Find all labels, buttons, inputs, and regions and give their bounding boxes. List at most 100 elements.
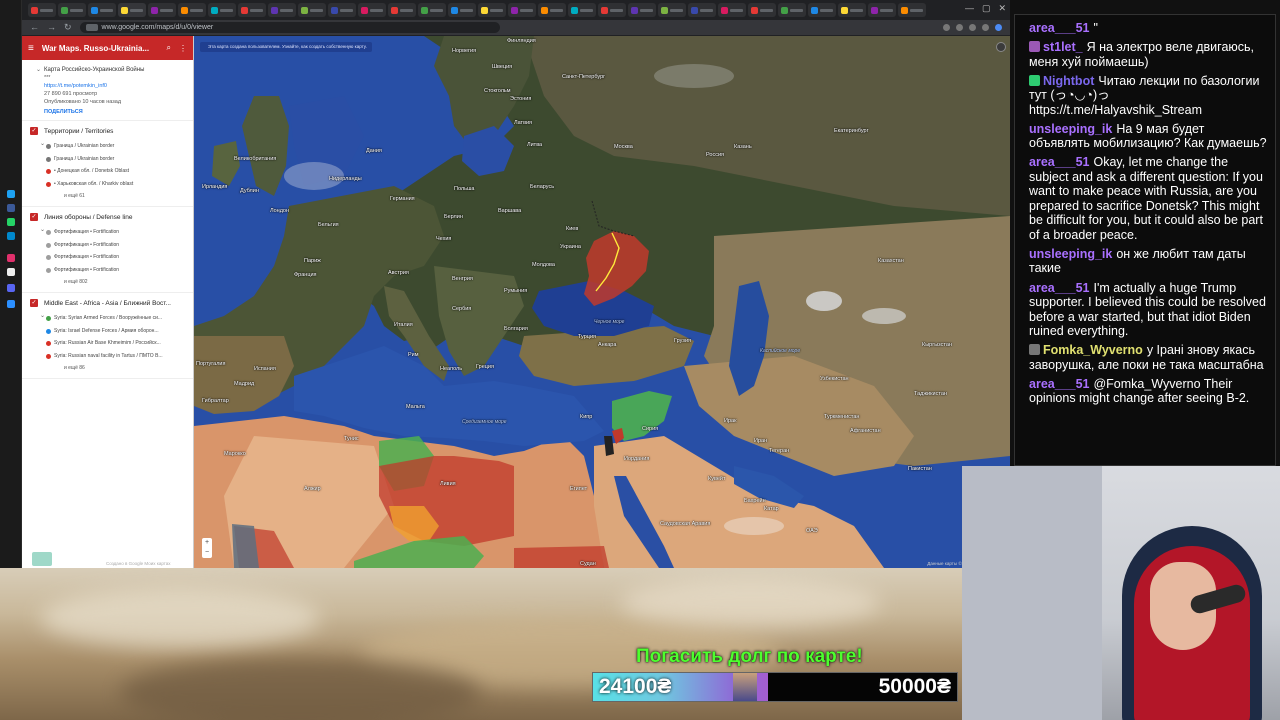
chat-username[interactable]: area___51 [1029, 155, 1089, 169]
browser-tab[interactable] [598, 3, 626, 17]
close-icon[interactable]: ✕ [998, 3, 1006, 14]
browser-tab[interactable] [358, 3, 386, 17]
layer-item[interactable]: Граница / Ukrainian border [30, 153, 187, 166]
url-input[interactable]: www.google.com/maps/d/u/0/viewer [79, 22, 500, 33]
layer-header[interactable]: ✓ Территории / Territories [30, 127, 187, 135]
layer-header[interactable]: ✓ Middle East - Africa - Asia / Ближний В… [30, 299, 187, 307]
chat-username[interactable]: area___51 [1029, 21, 1089, 35]
app-icon[interactable] [7, 300, 15, 308]
browser-tab[interactable] [58, 3, 86, 17]
browser-tab[interactable] [898, 3, 926, 17]
app-icon[interactable] [7, 190, 15, 198]
layer-item[interactable]: Syria: Russian naval facility in Tartus … [30, 350, 187, 363]
layer-header[interactable]: ✓ Линия обороны / Defense line [30, 213, 187, 221]
browser-tab[interactable] [868, 3, 896, 17]
more-vert-icon[interactable]: ⋮ [179, 44, 187, 53]
map-link[interactable]: https://t.me/potemkin_inf0 [44, 82, 185, 90]
layer-more-link[interactable]: и ещё 86 [30, 362, 187, 374]
forward-icon[interactable]: → [47, 23, 56, 32]
chat-username[interactable]: area___51 [1029, 281, 1089, 295]
app-icon[interactable] [7, 204, 15, 212]
place-label: Санкт-Петербург [562, 74, 606, 80]
app-icon[interactable] [7, 232, 15, 240]
layer-item[interactable]: • Донецкая обл. / Donetsk Oblast [30, 165, 187, 178]
browser-tab[interactable] [478, 3, 506, 17]
share-link[interactable]: ПОДЕЛИТЬСЯ [44, 108, 185, 116]
browser-tab[interactable] [778, 3, 806, 17]
layer-item[interactable]: Syria: Syrian Armed Forces / Вооружённые… [30, 312, 187, 325]
browser-tab[interactable] [148, 3, 176, 17]
compass-icon[interactable] [996, 42, 1006, 52]
map-notice[interactable]: Эта карта создана пользователем. Узнайте… [200, 42, 372, 52]
chat-username[interactable]: st1let_ [1043, 40, 1083, 54]
browser-tab[interactable] [718, 3, 746, 17]
reload-icon[interactable]: ↻ [64, 23, 72, 32]
back-icon[interactable]: ← [30, 23, 39, 32]
zoom-control[interactable]: + − [202, 538, 212, 558]
browser-tab[interactable] [388, 3, 416, 17]
chat-message: area___51 I'm actually a huge Trump suppo… [1029, 281, 1267, 339]
maximize-icon[interactable]: ▢ [982, 3, 991, 14]
chat-username[interactable]: Nightbot [1043, 74, 1094, 88]
menu-icon[interactable]: ≡ [28, 43, 34, 54]
profile-icon[interactable] [995, 24, 1002, 31]
extension-icon[interactable] [969, 24, 976, 31]
browser-tab[interactable] [448, 3, 476, 17]
browser-tab[interactable] [88, 3, 116, 17]
browser-tab[interactable] [688, 3, 716, 17]
layer-item[interactable]: Фортификация • Fortification [30, 239, 187, 252]
extension-icon[interactable] [956, 24, 963, 31]
browser-tab[interactable] [568, 3, 596, 17]
browser-tab[interactable] [238, 3, 266, 17]
layer-checkbox[interactable]: ✓ [30, 127, 38, 135]
browser-tab[interactable] [808, 3, 836, 17]
browser-tab[interactable] [418, 3, 446, 17]
browser-tab[interactable] [838, 3, 866, 17]
tab-favicon-icon [481, 6, 488, 14]
search-icon[interactable]: ⌕ [167, 43, 171, 53]
zoom-in-icon[interactable]: + [202, 538, 212, 548]
browser-tab[interactable] [628, 3, 656, 17]
browser-tab[interactable] [538, 3, 566, 17]
layer-checkbox[interactable]: ✓ [30, 299, 38, 307]
browser-tab[interactable] [508, 3, 536, 17]
layer-more-link[interactable]: и ещё 802 [30, 276, 187, 288]
place-label: Тунис [344, 436, 359, 442]
app-icon[interactable] [7, 218, 15, 226]
chat-username[interactable]: unsleeping_ik [1029, 122, 1112, 136]
zoom-out-icon[interactable]: − [202, 548, 212, 558]
app-icon[interactable] [7, 284, 15, 292]
place-label: ОАЭ [806, 528, 818, 534]
browser-tab[interactable] [118, 3, 146, 17]
layer-item[interactable]: Syria: Russian Air Base Khmeimim / Росси… [30, 337, 187, 350]
browser-tab[interactable] [208, 3, 236, 17]
browser-tab[interactable] [178, 3, 206, 17]
extension-icon[interactable] [982, 24, 989, 31]
donation-avatar [733, 673, 757, 701]
chat-username[interactable]: area___51 [1029, 377, 1089, 391]
browser-tab[interactable] [268, 3, 296, 17]
layer-item[interactable]: Фортификация • Fortification [30, 226, 187, 239]
layer-item[interactable]: Syria: Israel Defense Forces / Армия обо… [30, 325, 187, 338]
layer-more-link[interactable]: и ещё 61 [30, 190, 187, 202]
minimize-icon[interactable]: — [965, 3, 974, 14]
layer-item[interactable]: Фортификация • Fortification [30, 251, 187, 264]
chat-username[interactable]: unsleeping_ik [1029, 247, 1112, 261]
collapse-icon[interactable]: ⌄ [36, 66, 41, 74]
map-canvas[interactable]: Финляндия Норвегия Швеция Санкт-Петербург Ст… [194, 36, 1010, 568]
layer-item[interactable]: Граница / Ukrainian border [30, 140, 187, 153]
layer-checkbox[interactable]: ✓ [30, 213, 38, 221]
extension-icon[interactable] [943, 24, 950, 31]
app-icon[interactable] [7, 254, 15, 262]
layer-item[interactable]: • Харьковская обл. / Kharkiv oblast [30, 178, 187, 191]
app-icon[interactable] [7, 268, 15, 276]
browser-tab[interactable] [658, 3, 686, 17]
feature-icon [46, 255, 51, 260]
browser-tab[interactable] [328, 3, 356, 17]
browser-tab[interactable] [748, 3, 776, 17]
site-info-icon[interactable] [85, 24, 98, 31]
chat-username[interactable]: Fomka_Wyverno [1043, 343, 1143, 357]
browser-tab[interactable] [298, 3, 326, 17]
layer-item[interactable]: Фортификация • Fortification [30, 264, 187, 277]
browser-tab[interactable] [28, 3, 56, 17]
